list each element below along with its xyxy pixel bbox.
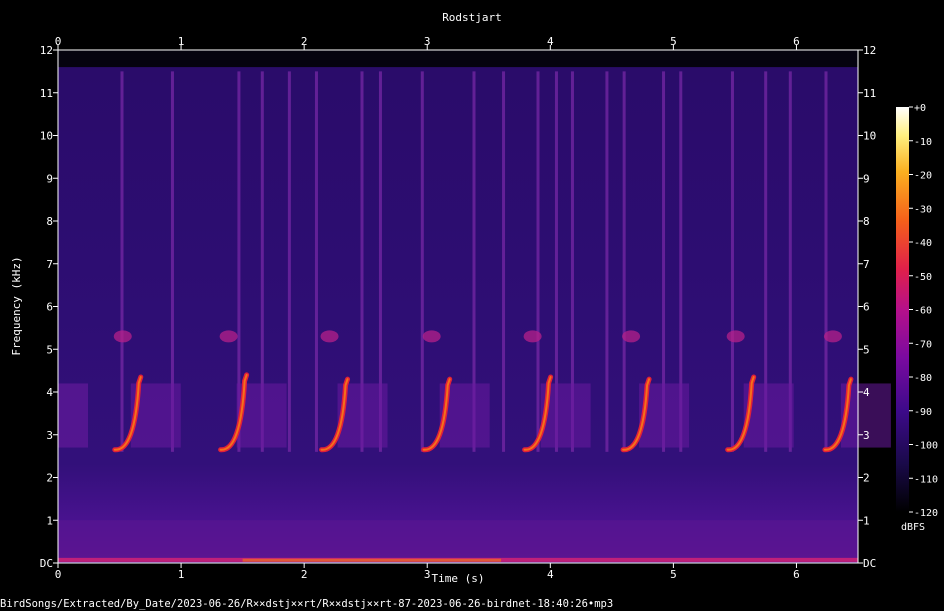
spectrogram-image (58, 67, 891, 563)
y-tick-label: 6 (863, 301, 870, 314)
call-upper-note (422, 330, 441, 343)
spectrogram-chart: Rodstjart 0123456 0123456 DC123456789101… (10, 11, 938, 585)
y-tick-label: 4 (863, 386, 870, 399)
call-upper-note (113, 330, 132, 343)
colorbar-tick-label: -100 (914, 441, 938, 452)
call-upper-note (219, 330, 238, 343)
y-tick-label: 9 (46, 172, 53, 185)
x-tick-label: 2 (301, 568, 308, 581)
click-streak (605, 71, 609, 452)
colorbar-tick-label: -90 (914, 407, 932, 418)
x-tick-label: 5 (670, 568, 677, 581)
call-upper-note (523, 330, 542, 343)
y-tick-label: 2 (863, 472, 870, 485)
chart-title: Rodstjart (442, 11, 502, 24)
colorbar-ticks: +0 -10 -20 -30 -40 -50 -60 -70 -80 -90 -100 -110 -12… (909, 103, 938, 519)
y-tick-label: 5 (46, 343, 53, 356)
y-axis-left: DC123456789101112 (40, 44, 58, 570)
y-tick-label: 10 (863, 130, 876, 143)
x-tick-label: 1 (178, 35, 185, 48)
y-tick-label: 11 (40, 87, 53, 100)
colorbar-label: dBFS (901, 522, 925, 533)
y-tick-label: 11 (863, 87, 876, 100)
x-tick-label: 0 (55, 35, 62, 48)
colorbar-tick-label: +0 (914, 103, 926, 114)
y-tick-label: 9 (863, 172, 870, 185)
y-tick-label: 4 (46, 386, 53, 399)
call-upper-note (726, 330, 745, 343)
x-tick-label: 4 (547, 568, 554, 581)
click-streak (287, 71, 291, 452)
call-upper-note (823, 330, 842, 343)
click-streak (502, 71, 506, 452)
colorbar-tick-label: -80 (914, 373, 932, 384)
x-tick-label: 1 (178, 568, 185, 581)
left-noise-band (58, 383, 88, 448)
y-tick-label: 1 (863, 514, 870, 527)
colorbar-tick-label: -120 (914, 508, 938, 519)
y-tick-label: 12 (863, 44, 876, 57)
y-tick-label: DC (863, 557, 876, 570)
colorbar (896, 107, 909, 512)
y-tick-label: 7 (863, 258, 870, 271)
low-frequency-band (58, 520, 858, 559)
colorbar-tick-label: -30 (914, 204, 932, 215)
colorbar-tick-label: -70 (914, 339, 932, 350)
click-streak (120, 71, 124, 452)
x-axis-bottom: 0 1 2 3 4 5 6 (55, 563, 800, 581)
y-tick-label: 8 (863, 215, 870, 228)
y-tick-label: 10 (40, 130, 53, 143)
y-axis-right: DC123456789101112 (858, 44, 876, 570)
click-streak (622, 71, 626, 452)
x-tick-label: 3 (424, 35, 431, 48)
call-upper-note (320, 330, 339, 343)
y-tick-label: 1 (46, 514, 53, 527)
colorbar-tick-label: -20 (914, 171, 932, 182)
call-upper-note (622, 330, 641, 343)
y-tick-label: 2 (46, 472, 53, 485)
noise-floor (58, 67, 858, 563)
y-axis-label: Frequency (kHz) (10, 256, 23, 355)
x-tick-label: 6 (793, 568, 800, 581)
x-axis-label: Time (s) (432, 572, 485, 585)
click-streak (730, 71, 734, 452)
x-tick-label: 4 (547, 35, 554, 48)
x-tick-label: 6 (793, 35, 800, 48)
y-tick-label: 12 (40, 44, 53, 57)
x-tick-label: 2 (301, 35, 308, 48)
y-tick-label: 6 (46, 301, 53, 314)
click-streak (420, 71, 424, 452)
y-tick-label: 5 (863, 343, 870, 356)
x-tick-label: 3 (424, 568, 431, 581)
file-path-caption: BirdSongs/Extracted/By_Date/2023-06-26/R… (0, 598, 614, 610)
y-tick-label: 3 (46, 429, 53, 442)
y-tick-label: DC (40, 557, 53, 570)
x-axis-top: 0 1 2 3 4 5 6 (55, 35, 800, 50)
y-tick-label: 3 (863, 429, 870, 442)
colorbar-tick-label: -110 (914, 474, 938, 485)
y-tick-label: 8 (46, 215, 53, 228)
colorbar-tick-label: -60 (914, 306, 932, 317)
colorbar-tick-label: -40 (914, 238, 932, 249)
click-streak (536, 71, 540, 452)
dc-line-hot (242, 558, 502, 562)
click-streak (824, 71, 828, 452)
click-streak (314, 71, 318, 452)
colorbar-tick-label: -10 (914, 137, 932, 148)
colorbar-tick-label: -50 (914, 272, 932, 283)
y-tick-label: 7 (46, 258, 53, 271)
x-tick-label: 5 (670, 35, 677, 48)
x-tick-label: 0 (55, 568, 62, 581)
